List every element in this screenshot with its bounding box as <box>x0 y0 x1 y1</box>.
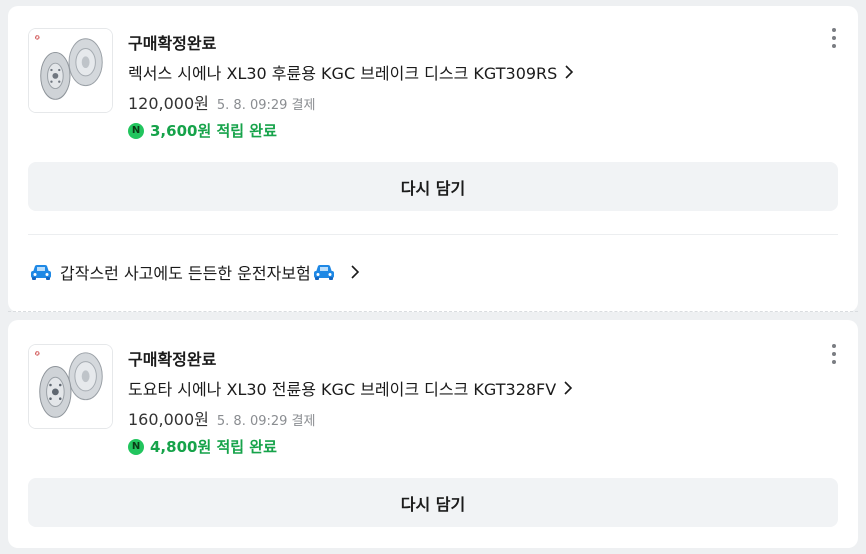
reward-text: 3,600원 적립 완료 <box>150 122 277 140</box>
product-thumbnail[interactable]: ✪ <box>28 344 113 429</box>
card-separator <box>8 311 858 312</box>
price-row: 120,000원 5. 8. 09:29 결제 <box>128 90 315 114</box>
product-title: 도요타 시에나 XL30 전륜용 KGC 브레이크 디스크 KGT328FV <box>128 380 557 399</box>
price: 120,000원 <box>128 94 209 113</box>
brake-disc-image: ✪ <box>29 345 112 428</box>
reward-row: N 4,800원 적립 완료 <box>128 436 277 457</box>
order-card: ✪ 구매확정완료 렉서스 시에나 XL30 후륜용 KGC 브레이크 디스크 K… <box>8 6 858 312</box>
price-row: 160,000원 5. 8. 09:29 결제 <box>128 406 315 430</box>
reward-text: 4,800원 적립 완료 <box>150 438 277 456</box>
brake-disc-image: ✪ <box>29 29 112 112</box>
product-title-link[interactable]: 도요타 시에나 XL30 전륜용 KGC 브레이크 디스크 KGT328FV <box>128 376 574 400</box>
insurance-promo-link[interactable]: 갑작스런 사고에도 든든한 운전자보험 <box>30 260 361 284</box>
chevron-right-icon <box>564 381 573 395</box>
chevron-right-icon <box>351 265 359 279</box>
payment-date: 5. 8. 09:29 결제 <box>216 98 316 113</box>
chevron-right-icon <box>565 65 574 79</box>
add-to-cart-again-button[interactable]: 다시 담기 <box>28 162 838 211</box>
add-to-cart-again-button[interactable]: 다시 담기 <box>28 478 838 527</box>
car-icon <box>31 265 51 280</box>
svg-text:✪: ✪ <box>35 35 40 42</box>
order-card: ✪ 구매확정완료 도요타 시에나 XL30 전륜용 KGC 브레이크 디스크 K… <box>8 320 858 548</box>
price: 160,000원 <box>128 410 209 429</box>
svg-text:✪: ✪ <box>35 351 40 358</box>
reward-row: N 3,600원 적립 완료 <box>128 120 277 141</box>
product-title-link[interactable]: 렉서스 시에나 XL30 후륜용 KGC 브레이크 디스크 KGT309RS <box>128 60 575 84</box>
order-status: 구매확정완료 <box>128 34 217 53</box>
npay-point-icon: N <box>128 438 144 455</box>
product-thumbnail[interactable]: ✪ <box>28 28 113 113</box>
car-icon <box>313 265 334 280</box>
payment-date: 5. 8. 09:29 결제 <box>216 414 316 429</box>
npay-point-icon: N <box>128 122 144 139</box>
more-vertical-icon[interactable] <box>828 28 840 48</box>
product-title: 렉서스 시에나 XL30 후륜용 KGC 브레이크 디스크 KGT309RS <box>128 64 558 83</box>
divider <box>28 234 838 235</box>
more-vertical-icon[interactable] <box>828 344 840 364</box>
promo-text: 갑작스런 사고에도 든든한 운전자보험 <box>60 264 311 283</box>
order-status: 구매확정완료 <box>128 350 217 369</box>
